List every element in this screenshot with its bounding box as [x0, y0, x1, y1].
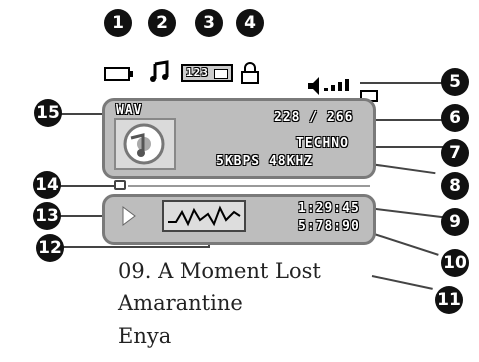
track-title: 09. A Moment Lost [118, 259, 321, 283]
callout-2: 2 [148, 9, 176, 37]
genre-label: TECHNO [296, 136, 349, 151]
leader-line-9 [367, 207, 444, 219]
leader-line-14 [58, 185, 116, 187]
repeat-mode-icon[interactable]: 123 [181, 64, 233, 82]
callout-14: 14 [33, 171, 61, 199]
waveform-icon [162, 200, 246, 232]
callout-12: 12 [36, 234, 64, 262]
leader-line-12 [62, 246, 210, 248]
album-art-icon [114, 118, 176, 170]
leader-line-5 [360, 82, 444, 84]
play-icon[interactable] [122, 206, 136, 230]
bitrate-label: 5KBPS 48KHZ [216, 154, 314, 169]
callout-9: 9 [441, 208, 469, 236]
elapsed-time: 1:29:45 [298, 201, 360, 216]
total-time: 5:78:90 [298, 219, 360, 234]
repeat-mode-label: 123 [186, 66, 209, 79]
file-format-label: WAV [116, 103, 143, 118]
callout-7: 7 [441, 139, 469, 167]
leader-line-11 [371, 275, 433, 290]
callout-5: 5 [441, 68, 469, 96]
callout-11: 11 [435, 286, 463, 314]
callout-10: 10 [441, 249, 469, 277]
progress-bar[interactable] [114, 180, 370, 192]
leader-line-7 [370, 146, 444, 148]
callout-4: 4 [236, 9, 264, 37]
track-count: 228 / 266 [274, 110, 354, 125]
leader-line-8 [369, 163, 436, 175]
callout-6: 6 [441, 104, 469, 132]
callout-1: 1 [104, 9, 132, 37]
album-name: Amarantine [118, 291, 243, 315]
leader-line-10 [367, 231, 439, 256]
battery-icon [104, 66, 134, 86]
callout-3: 3 [195, 9, 223, 37]
leader-line-6 [372, 119, 442, 121]
artist-name: Enya [118, 324, 172, 348]
music-note-icon [148, 60, 172, 88]
callout-13: 13 [33, 202, 61, 230]
callout-8: 8 [441, 172, 469, 200]
callout-15: 15 [34, 99, 62, 127]
lock-icon [240, 62, 260, 88]
